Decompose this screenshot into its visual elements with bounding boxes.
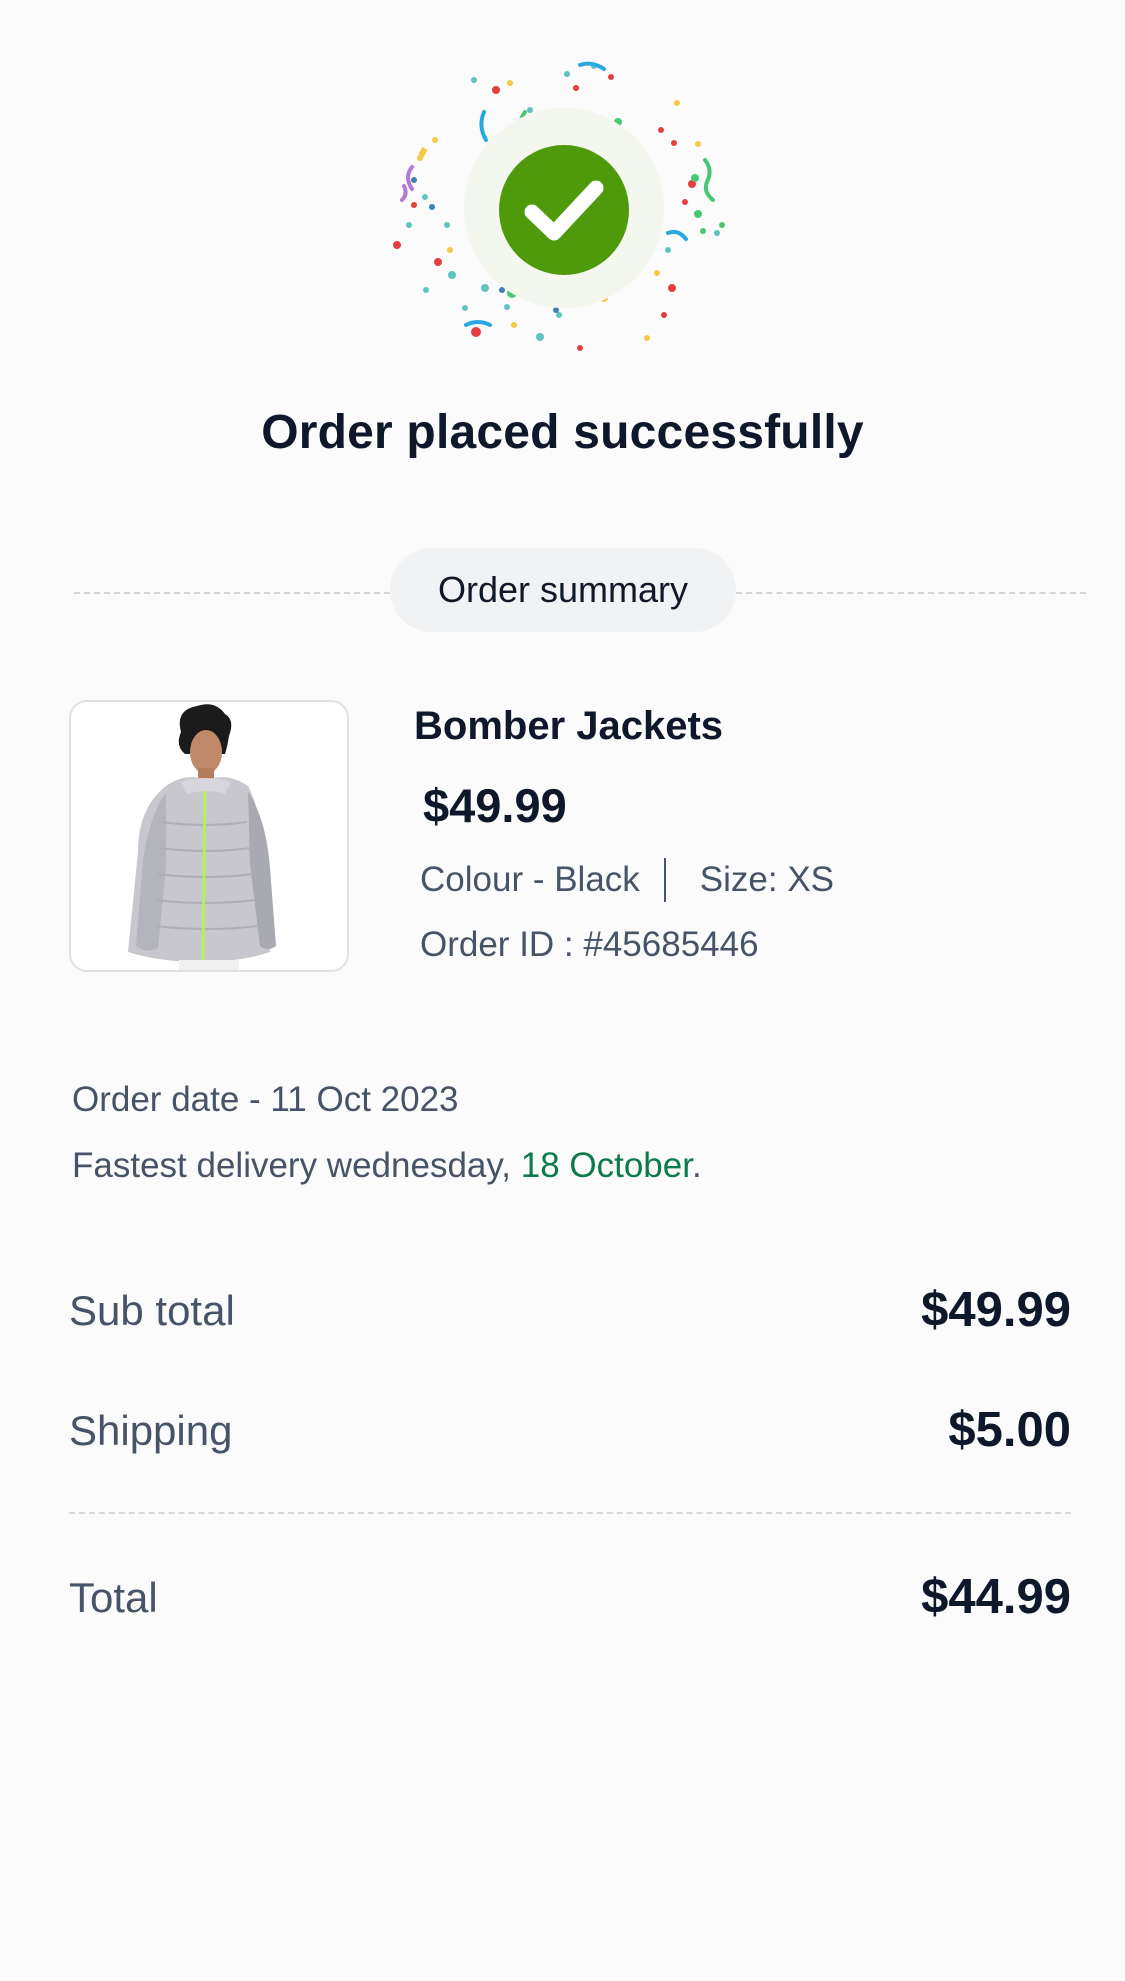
- success-hero: [362, 50, 762, 360]
- subtotal-label: Sub total: [69, 1287, 235, 1334]
- subtotal-value: $49.99: [921, 1283, 1071, 1337]
- product-price: $49.99: [423, 779, 567, 832]
- delivery-estimate: Fastest delivery wednesday, 18 October.: [72, 1146, 702, 1186]
- order-summary-label: Order summary: [390, 548, 736, 632]
- order-id: Order ID : #45685446: [420, 925, 759, 964]
- order-date: Order date - 11 Oct 2023: [72, 1080, 459, 1119]
- delivery-date: 18 October: [520, 1146, 692, 1185]
- product-image: [69, 700, 349, 972]
- summary-divider-right: [736, 592, 1086, 594]
- check-circle-icon: [499, 145, 629, 275]
- product-size: Size: XS: [699, 860, 835, 899]
- summary-divider-left: [74, 592, 390, 594]
- product-variant: Colour - Black Size: XS: [420, 858, 834, 902]
- delivery-prefix: Fastest delivery wednesday,: [72, 1146, 521, 1185]
- jacket-photo: [128, 704, 276, 970]
- variant-separator: [663, 858, 666, 902]
- product-colour: Colour - Black: [420, 860, 640, 899]
- page-title: Order placed successfully: [261, 406, 864, 459]
- totals-divider: [69, 1512, 1071, 1514]
- shipping-value: $5.00: [948, 1403, 1071, 1457]
- shipping-label: Shipping: [69, 1407, 233, 1454]
- product-name: Bomber Jackets: [414, 704, 724, 748]
- delivery-suffix: .: [691, 1146, 702, 1185]
- total-value: $44.99: [921, 1570, 1071, 1624]
- total-label: Total: [69, 1574, 158, 1621]
